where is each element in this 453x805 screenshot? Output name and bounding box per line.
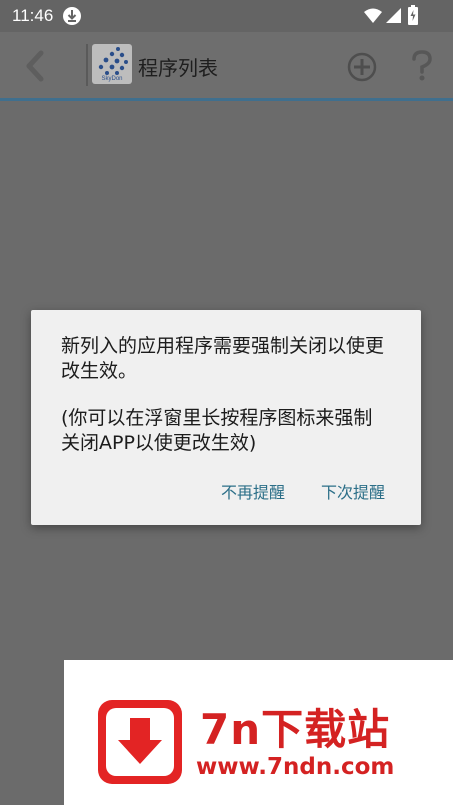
toolbar-divider [86,44,88,86]
dialog-message: 新列入的应用程序需要强制关闭以使更改生效。 (你可以在浮窗里长按程序图标来强制关… [61,334,391,456]
download-site-logo [98,700,182,784]
back-icon[interactable] [24,50,46,82]
add-icon[interactable] [347,52,377,82]
dialog-gap [61,384,391,406]
toolbar: SkyDon 程序列表 [0,32,453,101]
battery-icon [407,5,419,25]
wifi-icon [364,8,382,23]
dialog-message-line2: (你可以在浮窗里长按程序图标来强制关闭APP以使更改生效) [61,407,373,454]
download-icon [62,6,82,26]
watermark-banner: 7n下载站 www.7ndn.com [64,660,453,805]
dialog-message-line1: 新列入的应用程序需要强制关闭以使更改生效。 [61,335,385,382]
status-bar: 11:46 [0,0,453,32]
app-logo: SkyDon [92,44,132,84]
remind-next-time-button[interactable]: 下次提醒 [321,479,385,503]
page-title: 程序列表 [138,56,218,80]
status-time: 11:46 [12,6,54,25]
no-remind-button[interactable]: 不再提醒 [221,479,285,503]
signal-icon [386,8,401,23]
watermark-url: www.7ndn.com [196,754,395,780]
dialog: 新列入的应用程序需要强制关闭以使更改生效。 (你可以在浮窗里长按程序图标来强制关… [31,310,421,525]
watermark-title: 7n下载站 [200,705,391,754]
logo-text: SkyDon [101,76,123,82]
help-icon[interactable] [410,50,434,82]
